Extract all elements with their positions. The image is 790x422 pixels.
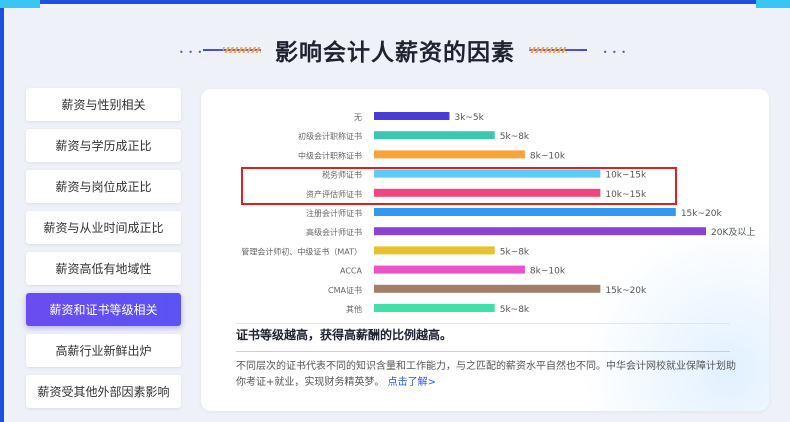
category-label: 无 bbox=[354, 113, 362, 122]
divider bbox=[236, 323, 730, 324]
sidebar-item-position[interactable]: 薪资与岗位成正比 bbox=[26, 170, 181, 203]
category-label: CMA证书 bbox=[328, 285, 362, 295]
title-decoration-left: • • • bbox=[163, 44, 261, 57]
bar bbox=[374, 284, 601, 293]
value-label: 3k~5k bbox=[454, 113, 484, 123]
sidebar-item-region[interactable]: 薪资高低有地域性 bbox=[26, 252, 181, 285]
header: • • • 影响会计人薪资的因素 • • • bbox=[0, 30, 790, 70]
sidebar: 薪资与性别相关 薪资与学历成正比 薪资与岗位成正比 薪资与从业时间成正比 薪资高… bbox=[26, 88, 181, 416]
value-label: 15k~20k bbox=[605, 286, 647, 296]
sidebar-item-certificate[interactable]: 薪资和证书等级相关 bbox=[26, 293, 181, 326]
content-panel: 无 3k~5k 初级会计职称证书 5k~8k 中级会计职称证书 8k~10k 税务师证书 10… bbox=[201, 89, 769, 411]
sidebar-item-education[interactable]: 薪资与学历成正比 bbox=[26, 129, 181, 162]
title-decoration-right: • • • bbox=[529, 44, 627, 57]
learn-more-link[interactable]: 点击了解> bbox=[388, 377, 436, 388]
value-label: 8k~10k bbox=[530, 267, 566, 277]
bar bbox=[374, 265, 525, 274]
conclusion-underline bbox=[236, 351, 730, 352]
category-label: 中级会计职称证书 bbox=[298, 150, 362, 160]
value-label: 5k~8k bbox=[500, 132, 530, 142]
corner-accent-left bbox=[0, 0, 40, 8]
value-label: 20K及以上 bbox=[711, 227, 755, 238]
bar bbox=[374, 131, 495, 140]
category-label: 注册会计师证书 bbox=[306, 208, 362, 218]
window-top-border bbox=[0, 0, 790, 4]
description-text: 不同层次的证书代表不同的知识含量和工作能力，与之匹配的薪资水平自然也不同。中华会… bbox=[236, 359, 736, 391]
bar bbox=[374, 304, 495, 312]
sidebar-item-external[interactable]: 薪资受其他外部因素影响 bbox=[26, 375, 181, 408]
page-title: 影响会计人薪资的因素 bbox=[275, 40, 515, 66]
description-body: 不同层次的证书代表不同的知识含量和工作能力，与之匹配的薪资水平自然也不同。中华会… bbox=[236, 361, 736, 388]
bar bbox=[374, 246, 495, 255]
category-label: 管理会计师初、中级证书（MAT） bbox=[241, 246, 362, 256]
sidebar-item-gender[interactable]: 薪资与性别相关 bbox=[26, 88, 181, 121]
value-label: 15k~20k bbox=[681, 209, 723, 219]
value-label: 8k~10k bbox=[530, 151, 566, 161]
sidebar-item-industry[interactable]: 高薪行业新鲜出炉 bbox=[26, 334, 181, 367]
category-label: ACCA bbox=[340, 267, 363, 276]
category-label: 其他 bbox=[346, 304, 362, 314]
highlight-box bbox=[241, 167, 677, 205]
category-label: 初级会计职称证书 bbox=[298, 131, 362, 141]
bar bbox=[374, 150, 525, 159]
bar bbox=[374, 227, 706, 236]
chart-conclusion: 证书等级越高，获得高薪酬的比例越高。 bbox=[236, 328, 453, 342]
value-label: 5k~8k bbox=[500, 247, 530, 257]
bar bbox=[374, 112, 450, 120]
category-label: 高级会计师证书 bbox=[306, 227, 362, 237]
corner-accent-right bbox=[756, 0, 790, 8]
value-label: 5k~8k bbox=[500, 305, 530, 315]
bar bbox=[374, 208, 676, 216]
sidebar-item-experience[interactable]: 薪资与从业时间成正比 bbox=[26, 211, 181, 244]
